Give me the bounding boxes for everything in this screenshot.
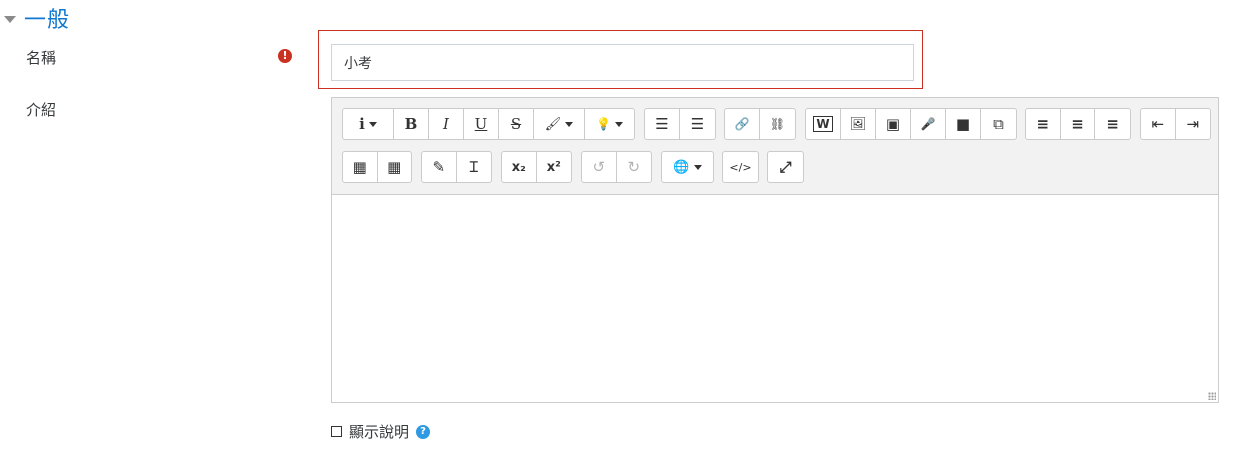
manage-files-button[interactable]: ⧉ [981,109,1016,139]
word-import-button[interactable]: W [806,109,841,139]
align-center-icon: ≡ [1071,115,1084,133]
indent-button[interactable]: ⇥ [1176,109,1211,139]
toolbar-group-language: 🌐 [661,151,714,183]
chevron-down-icon [368,121,377,127]
toolbar-group-table: ▦ ▦ [342,151,412,183]
font-color-button[interactable]: 🖌 [534,109,585,139]
superscript-icon: x² [546,159,561,175]
toolbar-group-media: W 🖼 ▣ 🎤 ■ ⧉ [805,108,1017,140]
bold-button[interactable]: B [394,109,429,139]
italic-button[interactable]: I [429,109,464,139]
edit-icon: ✎ [432,158,446,176]
microphone-icon: 🎤 [920,117,936,131]
table-button[interactable]: ▦ [343,152,378,182]
html-source-button[interactable]: </> [723,152,758,182]
section-header[interactable]: 一般 [0,4,71,33]
toolbar-group-indent: ⇤ ⇥ [1140,108,1211,140]
record-audio-button[interactable]: 🎤 [911,109,946,139]
redo-icon: ↻ [627,158,641,176]
file-media-icon: ▣ [885,115,901,133]
globe-icon: 🌐 [673,159,690,175]
collapse-caret-icon[interactable] [4,15,16,23]
code-icon: </> [729,160,752,174]
redo-button[interactable]: ↻ [617,152,652,182]
editor-toolbar: i B I U S 🖌 💡 ☰ ☰ 🔗 ⛓ W 🖼 ▣ 🎤 ■ ⧉ ≡ ≡ ≡ … [332,98,1218,193]
media-button[interactable]: ▣ [876,109,911,139]
name-field-error-wrapper [318,30,923,89]
align-right-button[interactable]: ≡ [1095,109,1130,139]
outdent-button[interactable]: ⇤ [1141,109,1176,139]
chevron-down-icon [614,121,623,127]
unlink-button[interactable]: ⛓ [760,109,795,139]
record-video-button[interactable]: ■ [946,109,981,139]
numbered-list-icon: ☰ [690,115,705,133]
underline-button[interactable]: U [464,109,499,139]
link-button[interactable]: 🔗 [725,109,760,139]
show-description-checkbox[interactable] [331,426,342,437]
special-chars-button[interactable]: Ɪ [457,152,492,182]
align-left-icon: ≡ [1036,115,1050,133]
intro-label: 介紹 [26,101,57,119]
toolbar-group-align: ≡ ≡ ≡ [1025,108,1131,140]
video-camera-icon: ■ [955,115,971,133]
table-icon: ▦ [352,158,367,176]
section-title: 一般 [24,8,71,33]
background-color-button[interactable]: 💡 [585,109,634,139]
toolbar-group-script: x₂ x² [501,151,572,183]
image-button[interactable]: 🖼 [841,109,876,139]
toolbar-group-insert: ✎ Ɪ [421,151,492,183]
bullet-list-icon: ☰ [655,115,669,133]
expand-icon: ⤢ [779,158,792,176]
toolbar-group-links: 🔗 ⛓ [724,108,796,140]
link-icon: 🔗 [734,117,750,131]
image-icon: 🖼 [849,116,867,132]
toolbar-group-history: ↺ ↻ [581,151,652,183]
calculator-icon: ▦ [387,158,402,176]
toolbar-group-html: </> [722,151,759,183]
required-icon: ! [278,49,292,63]
equation-button[interactable]: ✎ [422,152,457,182]
indent-icon: ⇥ [1186,115,1200,133]
text-cursor-icon: Ɪ [469,158,478,176]
toolbar-group-lists: ☰ ☰ [644,108,716,140]
align-center-button[interactable]: ≡ [1061,109,1096,139]
undo-button[interactable]: ↺ [582,152,617,182]
ordered-list-button[interactable]: ☰ [680,109,715,139]
copy-files-icon: ⧉ [993,115,1004,133]
unlink-icon: ⛓ [769,117,786,131]
outdent-icon: ⇤ [1151,115,1165,133]
superscript-button[interactable]: x² [537,152,572,182]
undo-icon: ↺ [592,158,606,176]
subscript-icon: x₂ [511,159,526,175]
info-icon: i [359,115,365,133]
brush-icon: 🖌 [544,116,562,132]
fullscreen-button[interactable]: ⤢ [768,152,803,182]
name-input[interactable] [331,44,914,81]
subscript-button[interactable]: x₂ [502,152,537,182]
editor-content-area[interactable] [332,194,1218,402]
name-label: 名稱 [26,49,57,67]
resize-handle-icon[interactable] [1208,392,1216,400]
show-description-label[interactable]: 顯示說明 [349,421,409,442]
help-icon[interactable]: ? [416,424,431,439]
align-right-icon: ≡ [1106,115,1119,133]
language-button[interactable]: 🌐 [662,152,713,182]
unordered-list-button[interactable]: ☰ [645,109,680,139]
calculator-button[interactable]: ▦ [378,152,412,182]
chevron-down-icon [693,164,702,170]
word-icon: W [813,116,833,132]
chevron-down-icon [565,121,574,127]
align-left-button[interactable]: ≡ [1026,109,1061,139]
toolbar-group-fullscreen: ⤢ [767,151,804,183]
show-description-row: 顯示說明 ? [331,421,431,442]
lightbulb-icon: 💡 [596,117,611,131]
paragraph-styles-button[interactable]: i [343,109,394,139]
toolbar-group-style: i B I U S 🖌 💡 [342,108,635,140]
rich-text-editor: i B I U S 🖌 💡 ☰ ☰ 🔗 ⛓ W 🖼 ▣ 🎤 ■ ⧉ ≡ ≡ ≡ … [331,97,1219,403]
strikethrough-button[interactable]: S [499,109,534,139]
